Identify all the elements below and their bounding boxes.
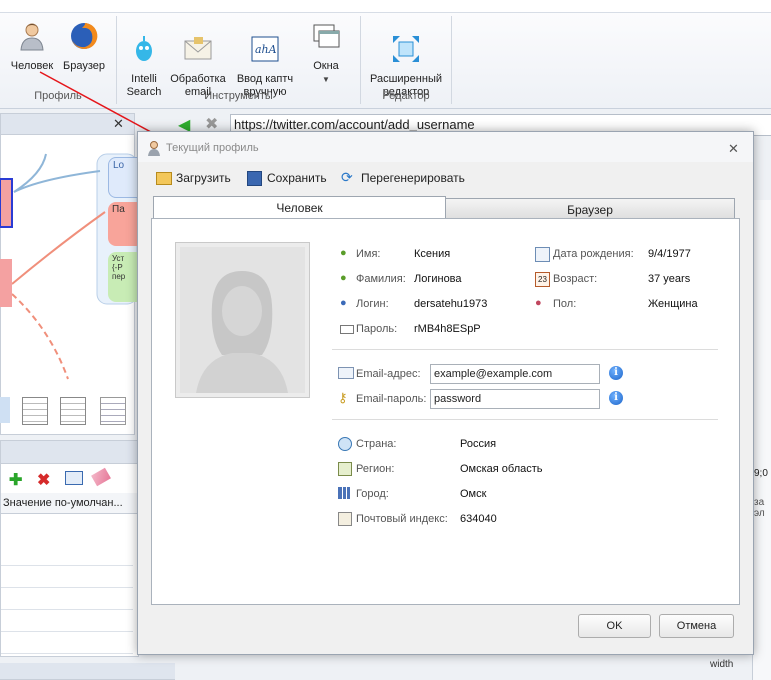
key-icon: ⚷ bbox=[338, 390, 348, 405]
person-green-icon: ● bbox=[340, 247, 347, 259]
person-blue-icon: ● bbox=[340, 297, 347, 309]
birthdate-label: Дата рождения: bbox=[553, 248, 634, 260]
dialog-title: Текущий профиль bbox=[166, 142, 259, 154]
zip-value: 634040 bbox=[460, 513, 497, 525]
email-password-label: Email-пароль: bbox=[356, 393, 427, 405]
regenerate-label: Перегенерировать bbox=[361, 171, 465, 185]
info-icon[interactable]: i bbox=[609, 391, 623, 405]
person-tab-content: ● Имя: Ксения ● Фамилия: Логинова ● Логи… bbox=[151, 218, 740, 605]
person-icon bbox=[148, 141, 160, 156]
sex-label: Пол: bbox=[553, 298, 577, 310]
city-value: Омск bbox=[460, 488, 487, 500]
profile-photo bbox=[175, 242, 310, 398]
floppy-icon bbox=[247, 171, 262, 186]
divider bbox=[332, 349, 718, 350]
name-value: Ксения bbox=[414, 248, 451, 260]
city-icon bbox=[338, 487, 350, 499]
current-profile-dialog: Текущий профиль ✕ Загрузить Сохранить ⟳ … bbox=[137, 131, 754, 655]
password-label: Пароль: bbox=[356, 323, 398, 335]
gender-icon: ● bbox=[535, 297, 542, 309]
birthdate-value: 9/4/1977 bbox=[648, 248, 691, 260]
tab-person[interactable]: Человек bbox=[153, 196, 446, 219]
email-address-input[interactable]: example@example.com bbox=[430, 364, 600, 384]
cancel-button[interactable]: Отмена bbox=[659, 614, 734, 638]
postage-icon bbox=[338, 512, 352, 526]
login-label: Логин: bbox=[356, 298, 389, 310]
close-icon[interactable]: ✕ bbox=[728, 141, 739, 157]
save-label: Сохранить bbox=[267, 171, 327, 185]
password-icon bbox=[340, 325, 354, 334]
city-label: Город: bbox=[356, 488, 389, 500]
load-label: Загрузить bbox=[176, 171, 231, 185]
divider bbox=[332, 419, 718, 420]
email-password-input[interactable]: password bbox=[430, 389, 600, 409]
password-value: rMB4h8ESpP bbox=[414, 323, 481, 335]
globe-icon bbox=[338, 437, 352, 451]
age-value: 37 years bbox=[648, 273, 691, 285]
email-address-label: Email-адрес: bbox=[356, 368, 421, 380]
name-label: Имя: bbox=[356, 248, 381, 260]
country-label: Страна: bbox=[356, 438, 397, 450]
dialog-title-bar: Текущий профиль ✕ bbox=[138, 132, 753, 162]
female-avatar-icon bbox=[180, 247, 305, 393]
region-label: Регион: bbox=[356, 463, 395, 475]
person-green-icon: ● bbox=[340, 272, 347, 284]
tab-browser[interactable]: Браузер bbox=[445, 198, 735, 220]
region-value: Омская область bbox=[460, 463, 543, 475]
map-icon bbox=[338, 462, 352, 476]
sex-value: Женщина bbox=[648, 298, 698, 310]
refresh-icon: ⟳ bbox=[341, 169, 353, 185]
country-value: Россия bbox=[460, 438, 497, 450]
info-icon[interactable]: i bbox=[609, 366, 623, 380]
surname-label: Фамилия: bbox=[356, 273, 406, 285]
folder-icon bbox=[156, 172, 172, 185]
envelope-icon bbox=[338, 367, 354, 379]
login-value: dersatehu1973 bbox=[414, 298, 488, 310]
zip-label: Почтовый индекс: bbox=[356, 513, 448, 525]
ok-button[interactable]: OK bbox=[578, 614, 651, 638]
calendar-icon bbox=[535, 247, 550, 262]
surname-value: Логинова bbox=[414, 273, 462, 285]
age-label: Возраст: bbox=[553, 273, 598, 285]
calendar-day-icon: 23 bbox=[535, 272, 550, 287]
